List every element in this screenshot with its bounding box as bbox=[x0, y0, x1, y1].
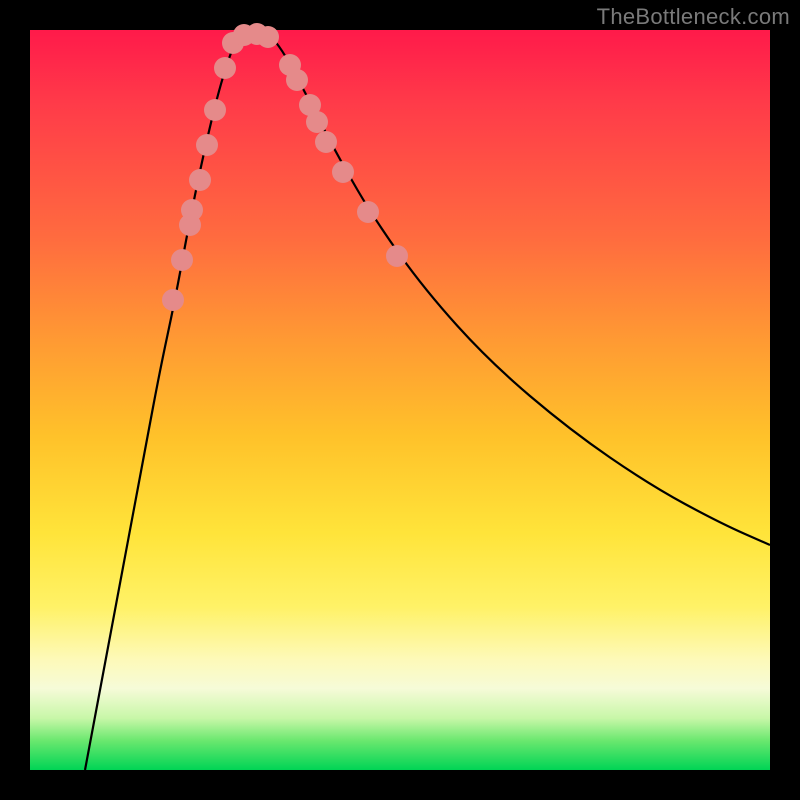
watermark-text: TheBottleneck.com bbox=[597, 4, 790, 30]
curve-layer bbox=[85, 31, 770, 770]
highlight-dot bbox=[196, 134, 218, 156]
highlight-dot bbox=[181, 199, 203, 221]
highlight-dot bbox=[162, 289, 184, 311]
highlight-dot bbox=[286, 69, 308, 91]
highlight-dot bbox=[257, 26, 279, 48]
plot-area bbox=[30, 30, 770, 770]
chart-svg bbox=[30, 30, 770, 770]
highlight-dot bbox=[189, 169, 211, 191]
highlight-dot bbox=[171, 249, 193, 271]
bottleneck-curve bbox=[85, 31, 770, 770]
highlight-dot bbox=[315, 131, 337, 153]
highlight-dot bbox=[214, 57, 236, 79]
highlight-dot bbox=[332, 161, 354, 183]
highlight-dot bbox=[306, 111, 328, 133]
highlight-dot bbox=[386, 245, 408, 267]
highlight-dot bbox=[204, 99, 226, 121]
marker-layer bbox=[162, 23, 408, 311]
highlight-dot bbox=[357, 201, 379, 223]
outer-frame: TheBottleneck.com bbox=[0, 0, 800, 800]
